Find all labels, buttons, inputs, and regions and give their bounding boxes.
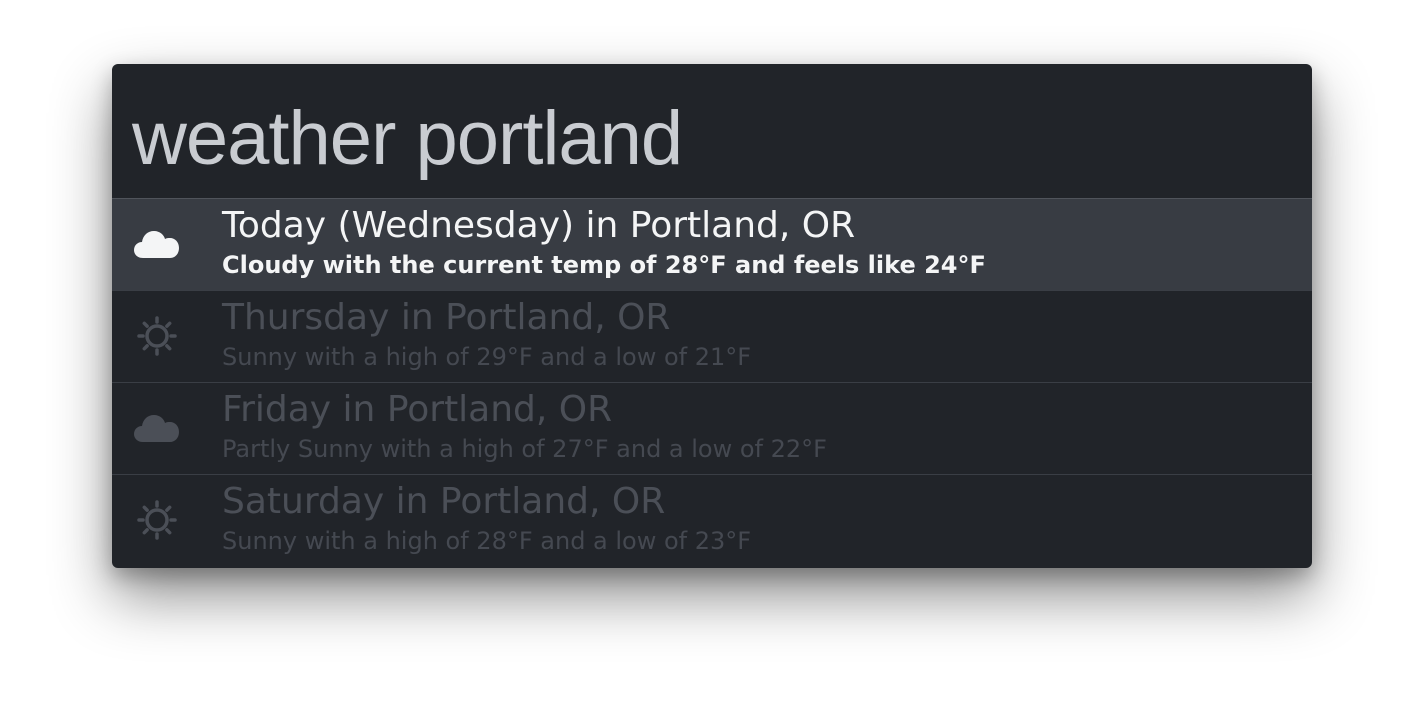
sun-icon — [134, 316, 180, 356]
result-item-thursday[interactable]: Thursday in Portland, OR Sunny with a hi… — [112, 290, 1312, 382]
cloud-icon — [134, 224, 180, 264]
result-item-today[interactable]: Today (Wednesday) in Portland, OR Cloudy… — [112, 198, 1312, 290]
result-subtitle: Sunny with a high of 28°F and a low of 2… — [222, 527, 752, 555]
result-title: Saturday in Portland, OR — [222, 481, 666, 522]
result-item-saturday[interactable]: Saturday in Portland, OR Sunny with a hi… — [112, 474, 1312, 566]
result-subtitle: Sunny with a high of 29°F and a low of 2… — [222, 343, 752, 371]
result-title: Today (Wednesday) in Portland, OR — [222, 205, 856, 246]
result-subtitle: Cloudy with the current temp of 28°F and… — [222, 251, 986, 279]
launcher-window: weather portland Today (Wednesday) in Po… — [112, 64, 1312, 568]
results-list: Today (Wednesday) in Portland, OR Cloudy… — [112, 198, 1312, 566]
result-subtitle: Partly Sunny with a high of 27°F and a l… — [222, 435, 827, 463]
search-input[interactable]: weather portland — [132, 88, 683, 188]
cloud-icon — [134, 408, 180, 448]
sun-icon — [134, 500, 180, 540]
result-title: Thursday in Portland, OR — [222, 297, 671, 338]
result-title: Friday in Portland, OR — [222, 389, 613, 430]
result-item-friday[interactable]: Friday in Portland, OR Partly Sunny with… — [112, 382, 1312, 474]
